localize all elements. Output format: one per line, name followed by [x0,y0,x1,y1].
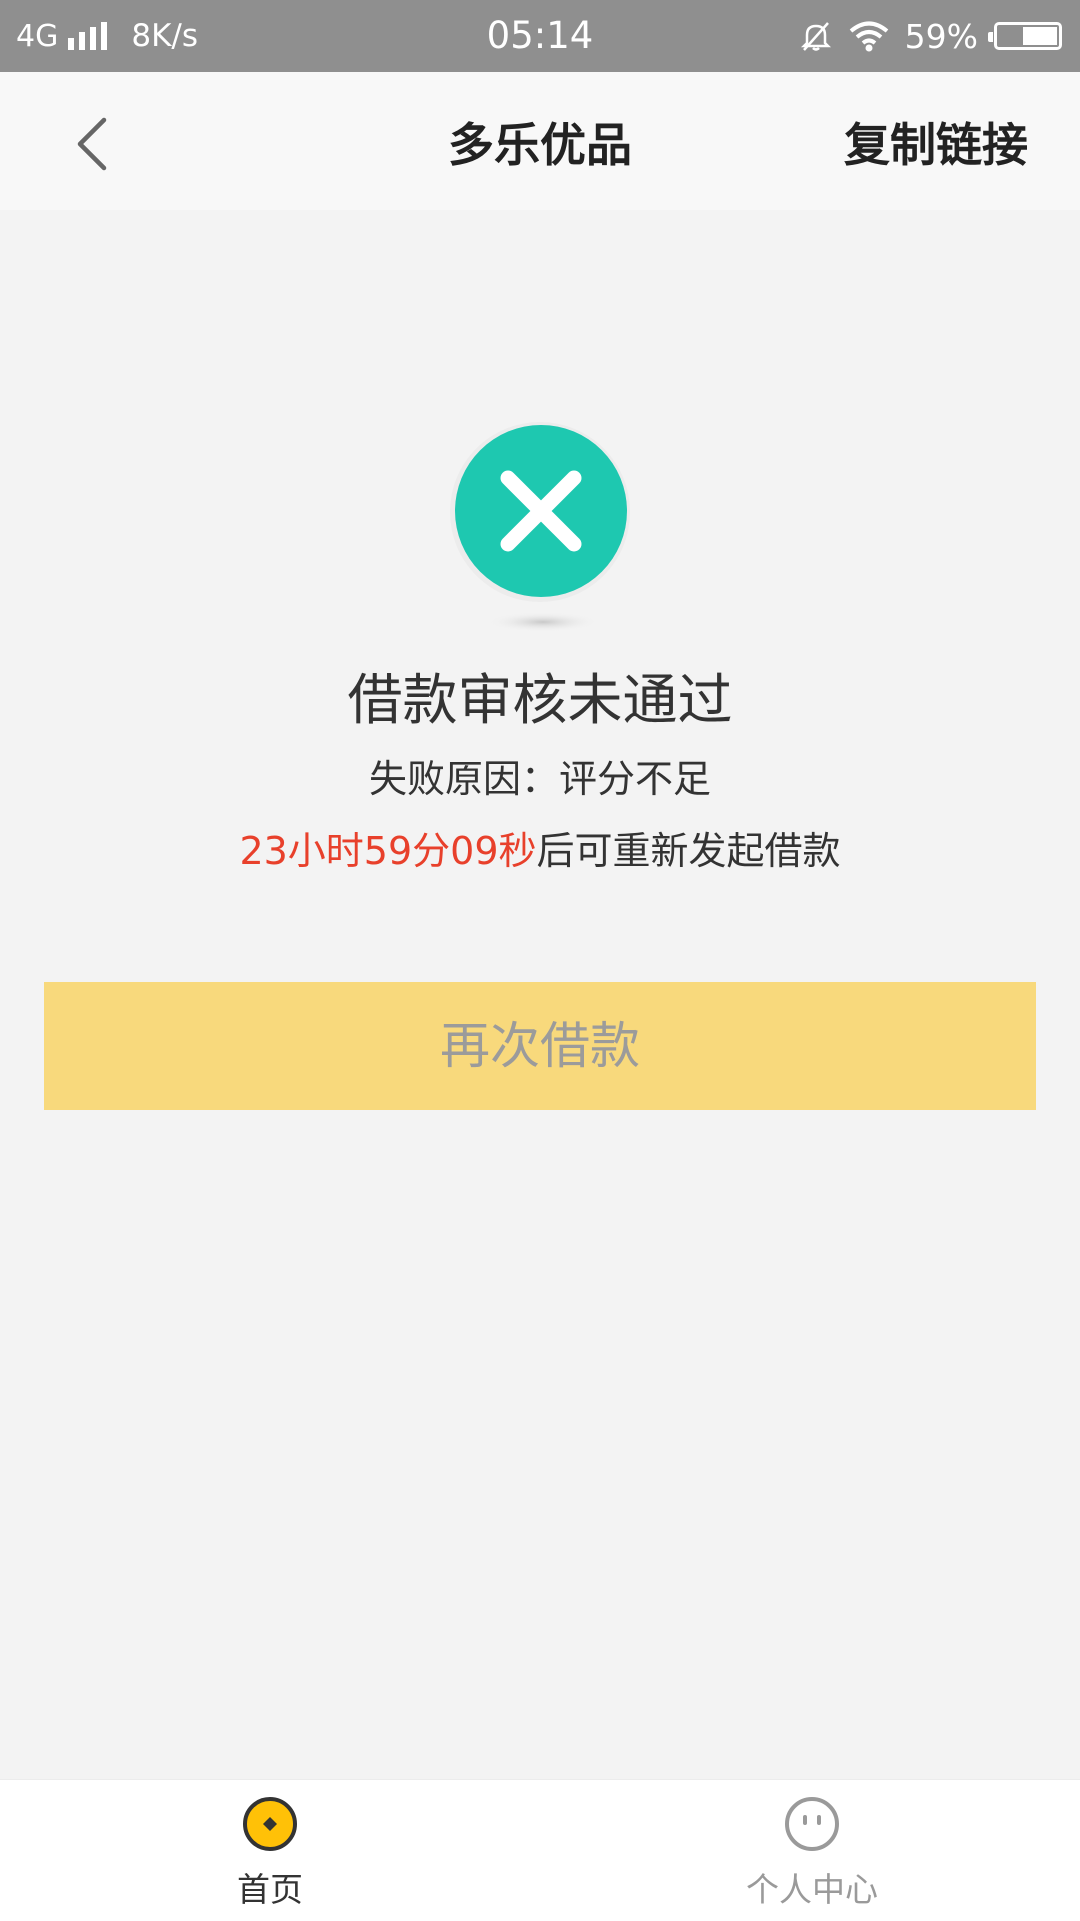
retry-countdown: 23小时59分09秒后可重新发起借款 [0,820,1080,875]
tab-home[interactable]: 首页 [120,1780,420,1921]
status-bar: 4G 8K/s 05:14 59% [0,0,1080,72]
close-circle-icon [440,418,640,638]
failure-reason: 失败原因：评分不足 [368,757,711,801]
tab-profile-label: 个人中心 [746,1870,878,1909]
countdown-suffix: 后可重新发起借款 [536,829,841,873]
countdown-timer: 23小时59分09秒 [239,829,537,873]
battery-fill [1022,27,1057,45]
copy-link-button[interactable]: 复制链接 [844,72,1028,210]
tab-home-label: 首页 [237,1870,303,1909]
mute-bell-icon [800,22,831,51]
status-right: 59% [799,0,1062,72]
tab-profile[interactable]: 个人中心 [662,1780,962,1921]
retry-loan-button[interactable]: 再次借款 [44,982,1036,1110]
tab-bar: 首页 个人中心 [0,1779,1080,1921]
face-icon [785,1797,839,1851]
navigation-bar: 多乐优品 复制链接 [0,72,1080,210]
battery-percent: 59% [904,16,978,56]
coin-icon [243,1797,297,1851]
battery-icon [988,22,1062,50]
result-title: 借款审核未通过 [347,668,733,732]
wifi-icon [849,21,888,52]
